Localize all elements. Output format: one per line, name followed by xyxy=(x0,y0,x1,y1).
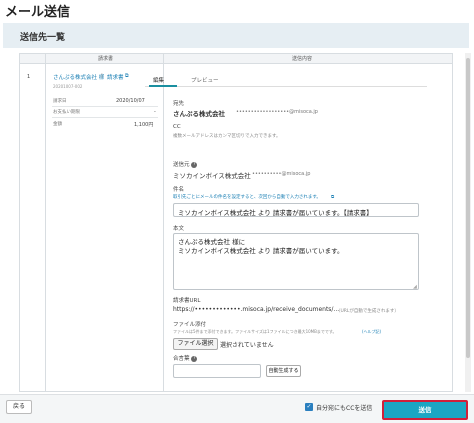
file-status: 選択されていません xyxy=(220,342,274,349)
detail-label-amount: 金額 xyxy=(53,122,62,127)
external-link-icon[interactable]: ⧉ xyxy=(125,73,129,79)
separator: | xyxy=(101,73,103,79)
url-value: https://•••••••••••••.misoca.jp/receive_… xyxy=(173,306,340,313)
tab-bar: 編集 プレビュー xyxy=(145,73,427,87)
client-name-link[interactable]: さんぷる株式会社 様 xyxy=(53,73,104,81)
body-textarea[interactable]: さんぷる株式会社 様に ミソカインボイス株式会社 より 請求書が届いています。 xyxy=(173,233,419,290)
cc-hint: 複数メールアドレスはカンマ区切りで入力できます。 xyxy=(173,134,281,139)
to-name: さんぷる株式会社 xyxy=(173,110,225,118)
body-label: 本文 xyxy=(173,226,185,232)
detail-label-due: お支払い期限 xyxy=(53,110,80,115)
help-icon[interactable]: ? xyxy=(191,161,198,168)
url-note: （URLが自動で生成されます） xyxy=(336,309,399,314)
active-tab-indicator xyxy=(149,85,177,87)
column-header-invoice: 請求書 xyxy=(98,56,114,62)
password-input[interactable] xyxy=(173,364,261,378)
auto-generate-button[interactable]: 自動生成する xyxy=(266,365,301,377)
attach-hint: ファイルは5件まで添付できます。ファイルサイズは1ファイルにつき最大10MBまで… xyxy=(173,329,337,334)
column-header-content: 送信内容 xyxy=(292,56,313,62)
url-label: 請求書URL xyxy=(173,298,201,304)
detail-divider xyxy=(52,117,158,118)
subject-hint: 取引先ごとにメールの件名を設定すると、次回から自動で入力されます。 xyxy=(173,195,321,200)
page-title: メール送信 xyxy=(5,5,71,20)
subject-label: 件名 xyxy=(173,187,185,193)
table-header: 請求書 送信内容 xyxy=(20,54,452,64)
detail-label-date: 請求日 xyxy=(53,99,67,104)
password-label: 合言葉 ? xyxy=(173,355,198,362)
column-divider xyxy=(163,54,164,391)
detail-value-date: 2020/10/07 xyxy=(116,98,145,104)
from-email: ••••••••••@misoca.jp xyxy=(252,171,311,177)
from-name: ミソカインボイス株式会社 xyxy=(173,172,251,180)
from-label: 送信元 ? xyxy=(173,161,198,168)
file-select-button[interactable]: ファイル選択 xyxy=(173,338,218,350)
to-label: 宛先 xyxy=(173,101,185,107)
section-header: 送信先一覧 xyxy=(3,23,469,48)
cc-self-label: 自分宛にもCCを送信 xyxy=(316,405,373,412)
invoice-link[interactable]: 請求書 xyxy=(107,73,124,81)
subject-input[interactable]: ミソカインボイス株式会社 より 請求書が届いています。【請求書】 xyxy=(173,203,419,217)
cc-label: CC xyxy=(173,124,181,130)
resize-handle-icon[interactable]: ◢ xyxy=(413,284,417,290)
send-button[interactable]: 送信 xyxy=(382,400,468,420)
section-title: 送信先一覧 xyxy=(20,33,66,43)
body-line: ミソカインボイス株式会社 より 請求書が届いています。 xyxy=(178,247,344,255)
detail-value-amount: 1,100円 xyxy=(134,122,154,128)
tab-preview[interactable]: プレビュー xyxy=(191,76,219,84)
column-divider xyxy=(45,54,46,391)
attach-help-link[interactable]: (ヘルプ記) xyxy=(362,329,381,335)
tab-edit[interactable]: 編集 xyxy=(153,76,164,84)
back-button[interactable]: 戻る xyxy=(6,400,32,414)
row-index: 1 xyxy=(27,74,31,80)
detail-divider xyxy=(52,106,158,107)
external-link-icon[interactable]: ⧉ xyxy=(331,194,334,200)
invoice-number: 20201007-002 xyxy=(53,84,83,89)
scrollbar-thumb[interactable] xyxy=(466,58,470,358)
body-line: さんぷる株式会社 様に xyxy=(178,238,246,246)
attach-label: ファイル添付 xyxy=(173,322,207,328)
detail-value-due: - xyxy=(154,109,156,115)
to-email: ••••••••••••••••••@misoca.jp xyxy=(236,109,318,115)
help-icon[interactable]: ? xyxy=(191,355,198,362)
cc-self-checkbox[interactable]: ✓ xyxy=(305,403,313,411)
